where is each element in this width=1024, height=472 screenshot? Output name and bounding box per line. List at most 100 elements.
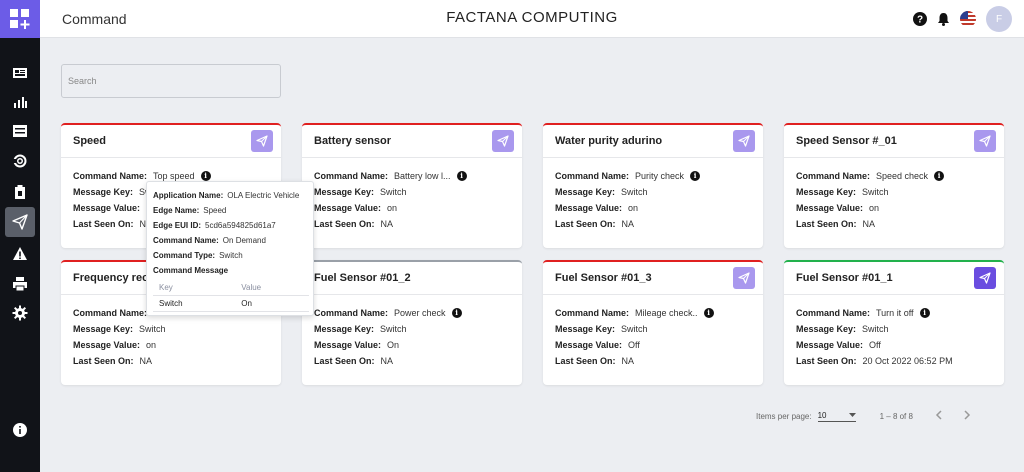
card-header: Speed	[61, 125, 281, 158]
send-command-button[interactable]	[733, 130, 755, 152]
message-value-label: Message Value:	[555, 340, 623, 350]
message-value-row: Message Value: Off	[796, 337, 992, 353]
sidebar-item-devices[interactable]	[5, 116, 35, 146]
command-name-row: Command Name: Power check i	[314, 305, 510, 321]
message-key-value: Switch	[621, 187, 648, 197]
command-name-label: Command Name:	[555, 171, 630, 181]
send-command-button[interactable]	[733, 267, 755, 289]
search-input[interactable]	[62, 65, 280, 97]
tooltip-label: Command Type:	[153, 251, 216, 260]
message-value-row: Message Value: On	[314, 337, 510, 353]
card-title: Speed	[73, 135, 107, 147]
tooltip-edge-eui-row: Edge EUI ID: 5cd6a594825d61a7	[153, 218, 307, 233]
send-command-button[interactable]	[974, 130, 996, 152]
message-value-label: Message Value:	[73, 203, 141, 213]
last-seen-row: Last Seen On: NA	[555, 216, 751, 232]
last-seen-row: Last Seen On: NA	[555, 353, 751, 369]
page-size-select[interactable]: 10	[817, 411, 856, 422]
message-value-label: Message Value:	[73, 340, 141, 350]
bell-icon[interactable]	[937, 12, 950, 26]
message-key-label: Message Key:	[314, 324, 375, 334]
top-actions: ? F	[913, 6, 1012, 32]
top-bar: Command FACTANA COMPUTING ? F	[40, 0, 1024, 38]
message-key-value: Switch	[380, 187, 407, 197]
last-seen-label: Last Seen On:	[555, 219, 616, 229]
message-key-row: Message Key: Switch	[314, 184, 510, 200]
sidebar-item-reports[interactable]	[5, 177, 35, 207]
paginator: Items per page: 10 1 – 8 of 8	[756, 409, 971, 423]
command-name-label: Command Name:	[796, 308, 871, 318]
message-value-row: Message Value: on	[314, 200, 510, 216]
sidebar-item-signals[interactable]	[5, 146, 35, 176]
last-seen-label: Last Seen On:	[314, 356, 375, 366]
info-icon[interactable]: i	[451, 308, 462, 318]
sidebar-item-command[interactable]	[5, 207, 35, 237]
message-value-label: Message Value:	[796, 203, 864, 213]
bar-chart-icon	[14, 97, 27, 108]
last-seen-value: 20 Oct 2022 06:52 PM	[862, 356, 953, 366]
sidebar-item-gateways[interactable]	[5, 269, 35, 299]
command-message-table: Key Value Switch On	[153, 280, 309, 312]
message-value-value: On	[387, 340, 400, 350]
message-key-row: Message Key: Switch	[314, 321, 510, 337]
send-icon	[497, 135, 509, 147]
info-icon[interactable]: i	[703, 308, 714, 318]
command-name-label: Command Name:	[796, 171, 871, 181]
card-header: Fuel Sensor #01_2	[302, 262, 522, 295]
last-seen-value: NA	[621, 219, 635, 229]
message-key-row: Message Key: Switch	[555, 184, 751, 200]
sidebar-item-alerts[interactable]	[5, 239, 35, 269]
table-cell-value: On	[235, 295, 309, 312]
language-flag-icon[interactable]	[960, 11, 976, 27]
last-seen-row: Last Seen On: NA	[314, 353, 510, 369]
info-icon[interactable]: i	[919, 308, 930, 318]
command-card: Fuel Sensor #01_2 Command Name: Power che…	[302, 260, 522, 385]
previous-page-button[interactable]	[935, 409, 942, 423]
send-command-button[interactable]	[492, 130, 514, 152]
info-icon[interactable]: i	[690, 171, 701, 181]
avatar[interactable]: F	[986, 6, 1012, 32]
card-body: Command Name: Power check i Message Key: Sw…	[302, 295, 522, 369]
sidebar-item-info[interactable]	[5, 415, 35, 445]
tooltip-value: 5cd6a594825d61a7	[205, 221, 276, 230]
message-key-label: Message Key:	[555, 187, 616, 197]
table-header-value: Value	[235, 280, 309, 296]
tooltip-label: Edge Name:	[153, 206, 200, 215]
info-icon[interactable]: i	[934, 171, 945, 181]
send-command-button[interactable]	[251, 130, 273, 152]
message-value-label: Message Value:	[314, 340, 382, 350]
message-value-row: Message Value: Off	[555, 337, 751, 353]
info-icon[interactable]: i	[456, 171, 467, 181]
command-details-tooltip: Application Name: OLA Electric Vehicle Ed…	[146, 181, 314, 316]
command-name-value: Battery low l...	[394, 171, 451, 181]
gear-icon	[12, 305, 28, 321]
message-key-row: Message Key: Switch	[73, 321, 269, 337]
command-name-value: Turn it off	[876, 308, 914, 318]
signal-icon	[12, 154, 27, 168]
message-key-row: Message Key: Switch	[796, 184, 992, 200]
next-page-button[interactable]	[964, 409, 971, 423]
message-value-value: on	[387, 203, 398, 213]
card-header: Fuel Sensor #01_1	[784, 262, 1004, 295]
table-cell-key: Switch	[153, 295, 236, 312]
send-command-button[interactable]	[974, 267, 996, 289]
message-value-row: Message Value: on	[796, 200, 992, 216]
send-icon	[979, 272, 991, 284]
last-seen-value: NA	[139, 356, 153, 366]
table-row: Switch On	[153, 295, 309, 312]
tooltip-label: Command Name:	[153, 236, 219, 245]
message-key-label: Message Key:	[314, 187, 375, 197]
app-logo[interactable]	[0, 0, 40, 38]
sidebar-item-dashboard[interactable]	[5, 58, 35, 88]
command-name-label: Command Name:	[73, 308, 148, 318]
command-name-label: Command Name:	[314, 308, 389, 318]
help-icon[interactable]: ?	[913, 12, 927, 26]
sidebar-item-analytics[interactable]	[5, 87, 35, 117]
info-icon[interactable]: i	[200, 171, 211, 181]
tooltip-command-name-row: Command Name: On Demand	[153, 233, 307, 248]
tooltip-value: Switch	[219, 251, 243, 260]
tooltip-value: Speed	[203, 206, 227, 215]
sidebar-item-settings[interactable]	[5, 298, 35, 328]
card-header: Battery sensor	[302, 125, 522, 158]
message-key-value: Switch	[139, 324, 166, 334]
